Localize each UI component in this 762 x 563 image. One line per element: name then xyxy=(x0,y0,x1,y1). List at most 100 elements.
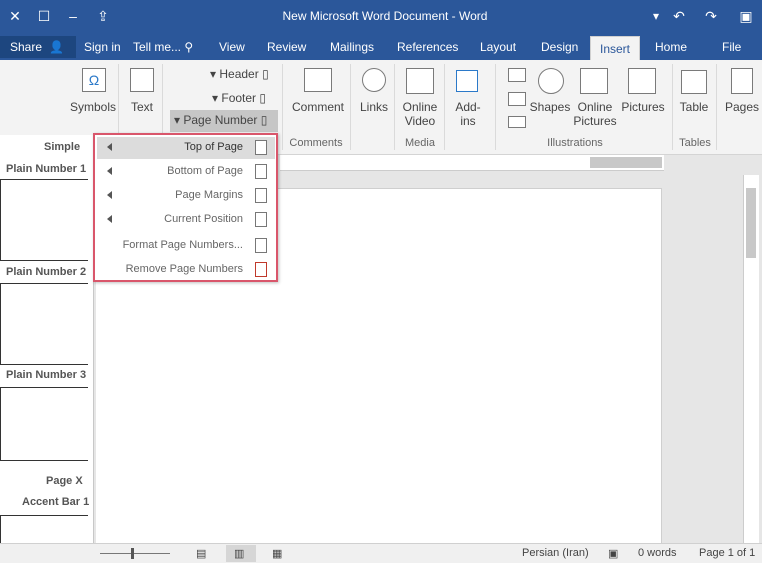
smartart-icon[interactable] xyxy=(508,68,526,82)
submenu-arrow-icon xyxy=(107,143,112,151)
language-indicator[interactable]: Persian (Iran) xyxy=(522,547,589,559)
gallery-thumbnail[interactable] xyxy=(0,283,88,365)
page-icon xyxy=(255,164,267,179)
title-bar: ✕ ☐ – ⇪ New Microsoft Word Document - Wo… xyxy=(0,0,762,33)
tab-view[interactable]: View xyxy=(219,40,245,54)
ribbon-display-icon[interactable]: ⇪ xyxy=(92,5,114,27)
menu-item-label: Bottom of Page xyxy=(167,165,243,177)
online-video-button[interactable]: Online Video xyxy=(398,100,442,128)
menu-item-label: Page Margins xyxy=(175,189,243,201)
vertical-ruler-margin xyxy=(746,188,756,258)
illustrations-group-label: Illustrations xyxy=(547,137,603,149)
page-number-button[interactable]: ▾ Page Number ▯ xyxy=(170,110,278,132)
separator xyxy=(282,64,283,150)
addins-button[interactable]: Add-ins xyxy=(448,100,488,128)
menu-item-bottom-of-page[interactable]: Bottom of Page xyxy=(97,161,275,183)
comments-group-label: Comments xyxy=(289,137,343,149)
tab-mailings[interactable]: Mailings xyxy=(330,40,374,54)
footer-label: Footer xyxy=(221,91,257,105)
tab-references[interactable]: References xyxy=(397,40,458,54)
share-button[interactable]: Share 👤 xyxy=(0,36,76,58)
menu-item-label: Format Page Numbers... xyxy=(122,239,243,251)
menu-item-current-position[interactable]: Current Position xyxy=(97,209,275,231)
separator xyxy=(716,64,717,150)
symbols-button[interactable]: Symbols xyxy=(68,100,118,114)
undo-icon[interactable]: ↶ xyxy=(668,5,690,27)
online-pictures-icon xyxy=(580,68,608,94)
separator xyxy=(350,64,351,150)
tables-group-label: Tables xyxy=(679,137,711,149)
tab-design[interactable]: Design xyxy=(541,40,578,54)
menu-item-label: Current Position xyxy=(164,213,243,225)
page-icon xyxy=(255,188,267,203)
menu-item-top-of-page[interactable]: Top of Page xyxy=(97,137,275,159)
gallery-thumbnail[interactable] xyxy=(0,387,88,461)
submenu-arrow-icon xyxy=(107,215,112,223)
comment-button[interactable]: Comment xyxy=(290,100,346,114)
separator xyxy=(672,64,673,150)
customize-qat-icon[interactable]: ▾ xyxy=(645,5,667,27)
separator xyxy=(495,64,496,150)
pictures-icon xyxy=(628,68,656,94)
ruler-margin xyxy=(590,157,662,168)
links-button[interactable]: Links xyxy=(354,100,394,114)
save-icon[interactable]: ▣ xyxy=(735,5,757,27)
shapes-button[interactable]: Shapes xyxy=(528,100,572,114)
separator xyxy=(444,64,445,150)
close-icon[interactable]: ✕ xyxy=(4,5,26,27)
footer-button[interactable]: ▾ Footer ▯ xyxy=(212,91,266,105)
pages-button[interactable]: Pages xyxy=(722,100,762,114)
read-mode-icon[interactable]: ▦ xyxy=(272,547,282,560)
screenshot-icon[interactable] xyxy=(508,116,526,128)
proofing-icon[interactable]: ▣ xyxy=(608,547,618,560)
maximize-icon[interactable]: ☐ xyxy=(33,5,55,27)
redo-icon[interactable]: ↷ xyxy=(700,5,722,27)
online-video-icon xyxy=(406,68,434,94)
share-label: Share xyxy=(10,40,43,54)
gallery-item-label: Plain Number 2 xyxy=(6,266,87,278)
person-icon: 👤 xyxy=(49,40,65,54)
gallery-item-label: Accent Bar 1 xyxy=(22,496,90,508)
menu-item-page-margins[interactable]: Page Margins xyxy=(97,185,275,207)
text-box-icon xyxy=(130,68,154,92)
online-pictures-button[interactable]: Online Pictures xyxy=(570,100,620,128)
tab-review[interactable]: Review xyxy=(267,40,306,54)
remove-icon xyxy=(255,262,267,277)
tab-home[interactable]: Home xyxy=(655,40,687,54)
omega-icon: Ω xyxy=(82,68,106,92)
footer-icon: ▯ xyxy=(259,91,266,105)
tell-me-box[interactable]: Tell me... ⚲ xyxy=(133,40,193,54)
tab-layout[interactable]: Layout xyxy=(480,40,516,54)
tab-file[interactable]: File xyxy=(722,40,741,54)
media-group-label: Media xyxy=(405,137,435,149)
gallery-category: Simple xyxy=(44,141,81,153)
text-button[interactable]: Text xyxy=(122,100,162,114)
store-icon xyxy=(456,70,478,92)
format-page-number-icon xyxy=(255,238,267,253)
page-indicator[interactable]: Page 1 of 1 xyxy=(699,547,755,559)
chart-icon[interactable] xyxy=(508,92,526,106)
tab-insert[interactable]: Insert xyxy=(590,36,640,60)
gallery-item-label: Plain Number 3 xyxy=(6,369,87,381)
sign-in-link[interactable]: Sign in xyxy=(84,40,121,54)
submenu-arrow-icon xyxy=(107,191,112,199)
page-number-label: Page Number xyxy=(183,113,258,127)
zoom-slider[interactable] xyxy=(100,553,170,554)
pictures-button[interactable]: Pictures xyxy=(618,100,668,114)
gallery-thumbnail[interactable] xyxy=(0,179,88,261)
minimize-icon[interactable]: – xyxy=(62,5,84,27)
comment-icon xyxy=(304,68,332,92)
word-count[interactable]: 0 words xyxy=(638,547,677,559)
menu-item-format-page-numbers[interactable]: Format Page Numbers... xyxy=(97,235,275,257)
menu-item-remove-page-numbers[interactable]: Remove Page Numbers xyxy=(97,259,275,281)
gallery-category: Page X xyxy=(46,475,83,487)
header-button[interactable]: ▾ Header ▯ xyxy=(210,67,269,81)
table-button[interactable]: Table xyxy=(674,100,714,114)
shapes-icon xyxy=(538,68,564,94)
zoom-slider-thumb[interactable] xyxy=(131,548,134,559)
web-layout-icon[interactable]: ▤ xyxy=(196,547,206,560)
submenu-arrow-icon xyxy=(107,167,112,175)
lightbulb-icon: ⚲ xyxy=(184,40,194,54)
page-number-icon: ▯ xyxy=(260,113,268,127)
menu-item-label: Remove Page Numbers xyxy=(125,263,243,275)
